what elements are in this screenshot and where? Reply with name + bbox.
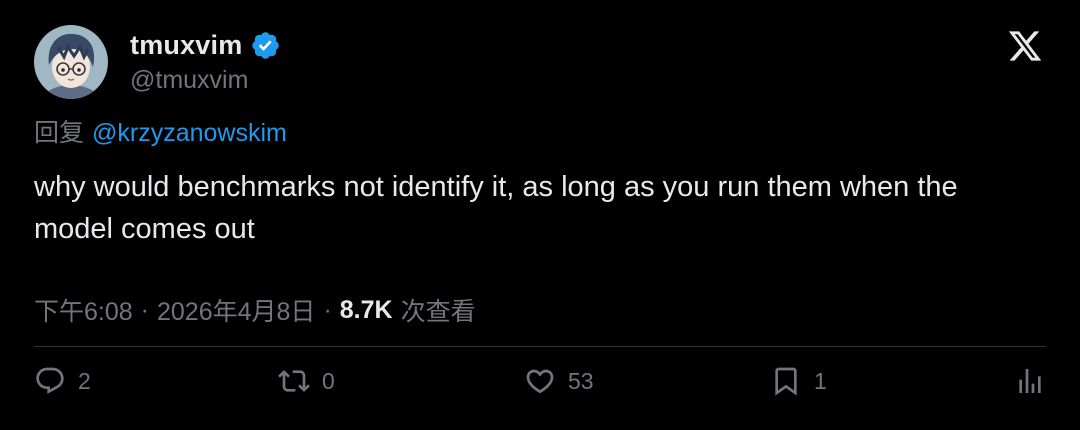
analytics-button[interactable] — [1014, 364, 1046, 398]
heart-icon — [524, 365, 556, 397]
tweet-meta: 下午6:08 · 2026年4月8日 · 8.7K 次查看 — [34, 292, 476, 328]
avatar[interactable] — [34, 25, 108, 99]
avatar-image — [34, 25, 108, 99]
views-label: 次查看 — [400, 298, 476, 326]
analytics-icon — [1014, 365, 1046, 397]
repost-button[interactable]: 0 — [278, 364, 335, 398]
like-count: 53 — [568, 367, 594, 394]
tweet-date[interactable]: 2026年4月8日 — [157, 292, 315, 328]
verified-badge-icon — [250, 30, 281, 61]
tweet-time[interactable]: 下午6:08 — [34, 292, 133, 328]
divider — [34, 346, 1046, 347]
repost-count: 0 — [322, 367, 335, 394]
reply-prefix: 回复 — [34, 119, 85, 147]
bookmark-button[interactable]: 1 — [770, 364, 827, 398]
views-count[interactable]: 8.7K — [340, 296, 393, 325]
repost-icon — [278, 365, 310, 397]
like-button[interactable]: 53 — [524, 364, 594, 398]
x-logo-icon[interactable] — [1006, 28, 1044, 64]
bookmark-count: 1 — [814, 367, 827, 394]
reply-icon — [34, 365, 66, 397]
reply-context: 回复 @krzyzanowskim — [34, 113, 287, 149]
reply-button[interactable]: 2 — [34, 364, 91, 398]
author-handle[interactable]: @tmuxvim — [130, 66, 248, 95]
tweet-text: why would benchmarks not identify it, as… — [34, 171, 958, 245]
meta-separator: · — [140, 295, 149, 324]
author-display-name[interactable]: tmuxvim — [130, 30, 242, 61]
meta-separator: · — [323, 295, 332, 324]
bookmark-icon — [770, 365, 802, 397]
reply-mention-link[interactable]: @krzyzanowskim — [92, 119, 287, 147]
reply-count: 2 — [78, 367, 91, 394]
author-name-row[interactable]: tmuxvim — [130, 24, 281, 66]
